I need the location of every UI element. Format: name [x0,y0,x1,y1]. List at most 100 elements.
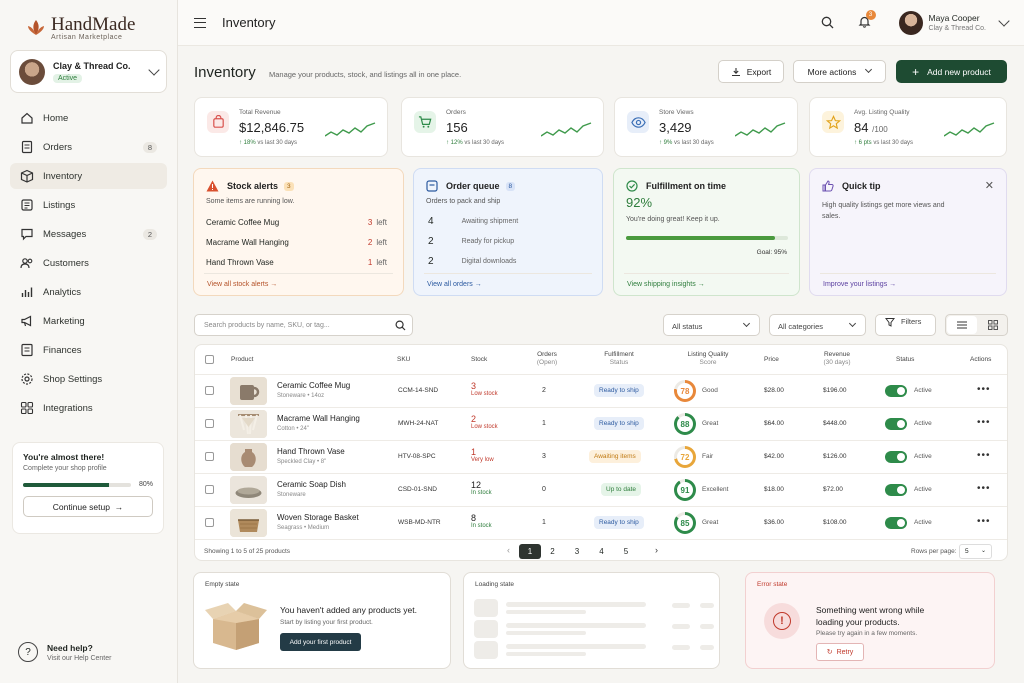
row-checkbox[interactable] [205,452,214,461]
open-orders: 0 [542,486,546,493]
grid-view-icon[interactable] [979,316,1007,334]
menu-icon[interactable] [194,17,206,28]
status-toggle[interactable] [885,517,907,529]
status-toggle[interactable] [885,385,907,397]
sidebar-item-marketing[interactable]: Marketing [10,308,167,334]
shop-switcher[interactable]: Clay & Thread Co. Active [10,50,167,93]
view-all-orders-link[interactable]: View all orders → [427,281,482,288]
order-queue-item[interactable]: 4 Awaiting shipment [428,216,518,227]
more-actions-icon[interactable]: ••• [977,450,991,461]
sidebar-item-integrations[interactable]: Integrations [10,395,167,421]
retry-label: Retry [836,648,854,656]
sidebar-item-finances[interactable]: Finances [10,337,167,363]
next-page-icon[interactable]: › [655,545,658,555]
row-checkbox[interactable] [205,485,214,494]
more-actions-icon[interactable]: ••• [977,516,991,527]
sidebar-item-listings[interactable]: Listings [10,192,167,218]
status-toggle[interactable] [885,484,907,496]
product-name[interactable]: Woven Storage Basket [277,513,359,522]
help-center-link[interactable]: ? Need help? Visit our Help Center [18,642,111,662]
table-row[interactable]: Ceramic Soap Dish Stoneware CSD-01-SND 1… [195,473,1007,506]
stock-cell: 12 In stock [471,480,492,496]
order-queue-subtitle: Orders to pack and ship [426,198,501,205]
select-all-checkbox[interactable] [205,355,214,364]
row-checkbox[interactable] [205,419,214,428]
retry-button[interactable]: ↻ Retry [816,643,864,661]
stock-cell: 8 In stock [471,513,492,529]
search-icon [395,320,406,331]
more-actions-icon[interactable]: ••• [977,384,991,395]
integrations-icon [20,401,34,415]
product-name[interactable]: Ceramic Soap Dish [277,480,346,489]
fulfillment-badge: Ready to ship [594,384,644,397]
add-first-product-button[interactable]: Add your first product [280,633,361,651]
page-button[interactable]: 4 [593,544,611,559]
export-button[interactable]: Export [718,60,784,83]
more-actions-label: More actions [807,66,857,77]
stock-alert-item[interactable]: Macrame Wall Hanging 2 left [206,238,387,247]
table-row[interactable]: Ceramic Coffee Mug Stoneware • 14oz CCM-… [195,374,1007,407]
filters-button[interactable]: Filters [875,314,936,336]
page-button[interactable]: 2 [544,544,562,559]
row-checkbox[interactable] [205,518,214,527]
empty-state-card: Empty state You haven't added any produc… [193,572,451,669]
view-all-stock-alerts-link[interactable]: View all stock alerts → [207,281,277,288]
order-queue-item[interactable]: 2 Digital downloads [428,256,516,267]
prev-page-icon[interactable]: ‹ [507,545,510,555]
close-icon[interactable]: ✕ [985,179,994,192]
order-queue-item[interactable]: 2 Ready for pickup [428,236,514,247]
stock-alert-item[interactable]: Hand Thrown Vase 1 left [206,258,387,267]
sidebar-item-inventory[interactable]: Inventory [10,163,167,189]
status-toggle[interactable] [885,418,907,430]
stock-alert-qty: 3 [367,218,373,227]
sidebar-item-orders[interactable]: Orders 8 [10,134,167,160]
open-orders: 3 [542,453,546,460]
analytics-icon [21,287,33,297]
help-subtitle: Visit our Help Center [47,654,112,662]
more-actions-icon[interactable]: ••• [977,417,991,428]
stat-change-text: vs last 30 days [257,140,298,146]
sidebar-item-customers[interactable]: Customers [10,250,167,276]
error-icon: ! [764,603,800,639]
more-actions-button[interactable]: More actions [793,60,886,83]
row-checkbox[interactable] [205,386,214,395]
sidebar-item-shop-settings[interactable]: Shop Settings [10,366,167,392]
main-content: Inventory 3 Maya Cooper Clay & Thread Co… [178,0,1024,683]
product-name[interactable]: Macrame Wall Hanging [277,414,360,423]
page-button[interactable]: 5 [617,544,635,559]
user-menu[interactable]: Maya Cooper Clay & Thread Co. [898,10,1010,35]
gear-icon [21,373,33,385]
search-icon[interactable] [821,16,834,29]
brand-logo[interactable]: HandMade Artisan Marketplace [0,0,177,44]
more-actions-icon[interactable]: ••• [977,483,991,494]
page-button[interactable]: 1 [519,544,541,559]
quality-label: Great [702,519,719,526]
stock-alert-item[interactable]: Ceramic Coffee Mug 3 left [206,218,387,227]
shop-avatar [19,58,45,85]
sidebar-item-messages[interactable]: Messages 2 [10,221,167,247]
category-filter-select[interactable]: All categories [769,314,866,336]
status-filter-select[interactable]: All status [663,314,760,336]
order-queue-title: Order queue [446,181,500,191]
table-row[interactable]: Macrame Wall Hanging Cotton • 24" MWH-24… [195,407,1007,440]
sidebar-item-analytics[interactable]: Analytics [10,279,167,305]
improve-listings-link[interactable]: Improve your listings → [823,281,896,288]
continue-setup-button[interactable]: Continue setup → [23,496,153,517]
product-name[interactable]: Ceramic Coffee Mug [277,381,350,390]
page-button[interactable]: 3 [568,544,586,559]
notifications-button[interactable]: 3 [858,10,876,30]
rows-per-page-select[interactable]: 5 ⌄ [959,544,992,559]
col-revenue-label: Revenue [823,351,851,358]
quality-score: 88 [677,416,693,432]
product-name[interactable]: Hand Thrown Vase [277,447,345,456]
product-revenue: $108.00 [823,519,847,526]
sidebar-item-home[interactable]: Home [10,105,167,131]
table-row[interactable]: Woven Storage Basket Seagrass • Medium W… [195,506,1007,539]
search-input[interactable]: Search products by name, SKU, or tag... [194,314,413,336]
list-view-icon[interactable] [947,316,977,334]
col-revenue-sub: (30 days) [823,359,851,366]
table-row[interactable]: Hand Thrown Vase Speckled Clay • 8" HTV-… [195,440,1007,473]
view-shipping-insights-link[interactable]: View shipping insights → [627,281,705,288]
status-toggle[interactable] [885,451,907,463]
add-new-product-button[interactable]: + Add new product [896,60,1007,83]
